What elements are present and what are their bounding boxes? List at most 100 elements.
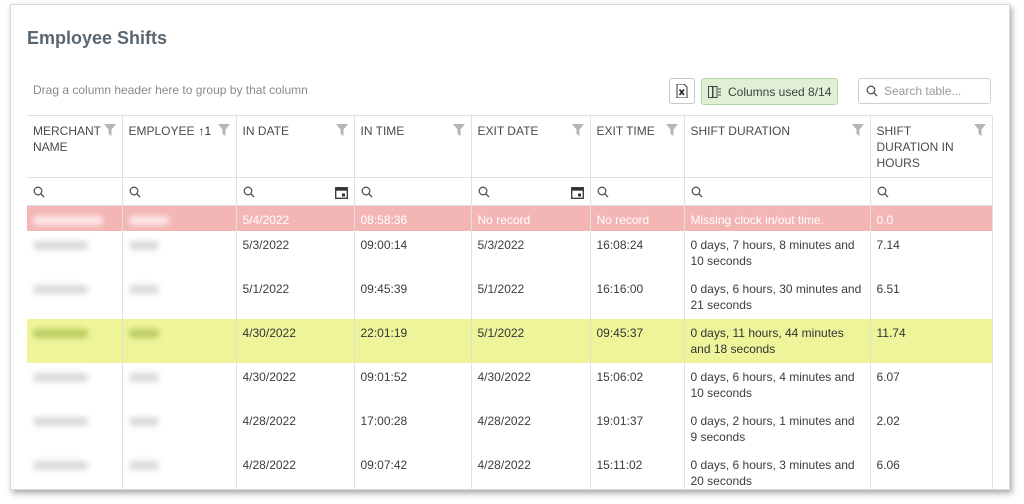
- employee-cell-redacted: [122, 274, 237, 319]
- exit-time-cell: 09:45:37: [590, 318, 685, 363]
- calendar-icon[interactable]: [334, 186, 348, 199]
- search-icon: [361, 186, 372, 198]
- shift-duration-cell: Missing clock in/out time.: [684, 205, 871, 231]
- merchant-name-cell-redacted: [27, 274, 123, 319]
- exit-time-cell: 15:06:02: [590, 362, 685, 407]
- column-header-merchant-name[interactable]: MERCHANT NAME: [27, 115, 123, 178]
- column-header-in-date[interactable]: IN DATE: [236, 115, 355, 178]
- filter-icon[interactable]: [851, 124, 864, 136]
- columns-chooser-button[interactable]: Columns used 8/14: [701, 78, 838, 105]
- employee-shifts-panel: Employee Shifts Drag a column header her…: [10, 4, 1010, 490]
- table-row[interactable]: 5/1/2022 09:45:39 5/1/2022 16:16:00 0 da…: [27, 274, 993, 319]
- shift-hours-cell: 6.51: [870, 274, 993, 319]
- search-icon: [866, 85, 878, 97]
- exit-date-cell: 4/30/2022: [471, 362, 591, 407]
- search-input[interactable]: [884, 84, 984, 98]
- in-date-cell: 5/4/2022: [236, 205, 355, 231]
- merchant-name-cell-redacted: [27, 205, 123, 231]
- exit-time-cell: 15:11:02: [590, 450, 685, 489]
- shift-duration-cell: 0 days, 7 hours, 8 minutes and 10 second…: [684, 230, 871, 275]
- merchant-name-cell-redacted: [27, 362, 123, 407]
- shift-hours-cell: 6.07: [870, 362, 993, 407]
- employee-cell-redacted: [122, 406, 237, 451]
- employee-cell-redacted: [122, 318, 237, 363]
- shifts-table: MERCHANT NAME EMPLOYEE ↑1 IN DATE IN TIME…: [27, 115, 993, 489]
- column-header-exit-date[interactable]: EXIT DATE: [471, 115, 591, 178]
- column-header-employee[interactable]: EMPLOYEE ↑1: [122, 115, 237, 178]
- filter-icon[interactable]: [973, 124, 986, 136]
- filter-icon[interactable]: [665, 124, 678, 136]
- table-row[interactable]: 4/30/2022 22:01:19 5/1/2022 09:45:37 0 d…: [27, 318, 993, 363]
- exit-date-cell: 5/1/2022: [471, 274, 591, 319]
- in-time-cell: 09:01:52: [354, 362, 472, 407]
- search-icon: [243, 186, 254, 198]
- export-excel-button[interactable]: [669, 78, 695, 104]
- shift-duration-cell: 0 days, 6 hours, 3 minutes and 20 second…: [684, 450, 871, 489]
- header-row: MERCHANT NAME EMPLOYEE ↑1 IN DATE IN TIME…: [27, 115, 993, 178]
- table-row[interactable]: 4/30/2022 09:01:52 4/30/2022 15:06:02 0 …: [27, 362, 993, 407]
- search-icon: [691, 186, 702, 198]
- exit-date-cell: 4/28/2022: [471, 406, 591, 451]
- in-time-cell: 09:00:14: [354, 230, 472, 275]
- employee-cell-redacted: [122, 362, 237, 407]
- search-icon: [478, 186, 489, 198]
- shift-hours-cell: 11.74: [870, 318, 993, 363]
- filter-cell-merchant-name[interactable]: [27, 177, 123, 206]
- column-header-exit-time[interactable]: EXIT TIME: [590, 115, 685, 178]
- search-icon: [597, 186, 608, 198]
- search-icon: [877, 186, 888, 198]
- exit-time-cell: No record: [590, 205, 685, 231]
- filter-icon[interactable]: [452, 124, 465, 136]
- merchant-name-cell-redacted: [27, 450, 123, 489]
- merchant-name-cell-redacted: [27, 230, 123, 275]
- table-row[interactable]: 4/28/2022 09:07:42 4/28/2022 15:11:02 0 …: [27, 450, 993, 489]
- column-header-shift-duration[interactable]: SHIFT DURATION: [684, 115, 871, 178]
- sort-ascending-icon[interactable]: ↑1: [199, 123, 212, 139]
- columns-used-label: Columns used 8/14: [728, 84, 832, 99]
- in-date-cell: 4/28/2022: [236, 406, 355, 451]
- table-row[interactable]: 5/4/2022 08:58:36 No record No record Mi…: [27, 205, 993, 231]
- in-time-cell: 17:00:28: [354, 406, 472, 451]
- excel-export-icon: [676, 84, 688, 98]
- in-time-cell: 09:07:42: [354, 450, 472, 489]
- shift-duration-cell: 0 days, 6 hours, 4 minutes and 10 second…: [684, 362, 871, 407]
- search-icon: [33, 186, 45, 198]
- columns-icon: [708, 85, 721, 98]
- exit-time-cell: 19:01:37: [590, 406, 685, 451]
- filter-cell-employee[interactable]: [122, 177, 237, 206]
- filter-icon[interactable]: [571, 124, 584, 136]
- filter-cell-exit-time[interactable]: [590, 177, 685, 206]
- in-date-cell: 4/28/2022: [236, 450, 355, 489]
- group-by-drop-zone[interactable]: Drag a column header here to group by th…: [33, 83, 308, 97]
- filter-cell-exit-date[interactable]: [471, 177, 591, 206]
- table-row[interactable]: 4/28/2022 17:00:28 4/28/2022 19:01:37 0 …: [27, 406, 993, 451]
- exit-date-cell: 5/1/2022: [471, 318, 591, 363]
- filter-icon[interactable]: [335, 124, 348, 136]
- filter-cell-shift-duration-hours[interactable]: [870, 177, 993, 206]
- shift-duration-cell: 0 days, 6 hours, 30 minutes and 21 secon…: [684, 274, 871, 319]
- calendar-icon[interactable]: [570, 186, 584, 199]
- filter-cell-in-time[interactable]: [354, 177, 472, 206]
- filter-cell-in-date[interactable]: [236, 177, 355, 206]
- merchant-name-cell-redacted: [27, 318, 123, 363]
- table-row[interactable]: 5/3/2022 09:00:14 5/3/2022 16:08:24 0 da…: [27, 230, 993, 275]
- exit-date-cell: 5/3/2022: [471, 230, 591, 275]
- shift-hours-cell: 7.14: [870, 230, 993, 275]
- in-date-cell: 4/30/2022: [236, 362, 355, 407]
- shift-hours-cell: 6.06: [870, 450, 993, 489]
- table-search[interactable]: [858, 78, 991, 104]
- column-header-shift-duration-hours[interactable]: SHIFT DURATION IN HOURS: [870, 115, 993, 178]
- in-time-cell: 09:45:39: [354, 274, 472, 319]
- filter-cell-shift-duration[interactable]: [684, 177, 871, 206]
- shift-hours-cell: 2.02: [870, 406, 993, 451]
- filter-icon[interactable]: [103, 124, 116, 136]
- merchant-name-cell-redacted: [27, 406, 123, 451]
- filter-row: [27, 177, 993, 206]
- employee-cell-redacted: [122, 450, 237, 489]
- search-icon: [129, 186, 140, 198]
- shift-duration-cell: 0 days, 11 hours, 44 minutes and 18 seco…: [684, 318, 871, 363]
- filter-icon[interactable]: [217, 124, 230, 136]
- shift-hours-cell: 0.0: [870, 205, 993, 231]
- column-header-in-time[interactable]: IN TIME: [354, 115, 472, 178]
- exit-date-cell: 4/28/2022: [471, 450, 591, 489]
